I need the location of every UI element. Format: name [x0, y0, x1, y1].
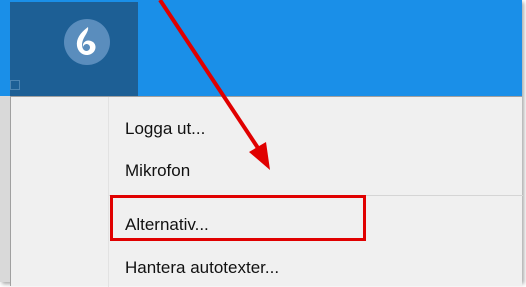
screenshot-frame: Logga ut... Mikrofon Alternativ... Hante…	[0, 0, 526, 287]
annotation-arrow-icon	[158, 0, 270, 170]
